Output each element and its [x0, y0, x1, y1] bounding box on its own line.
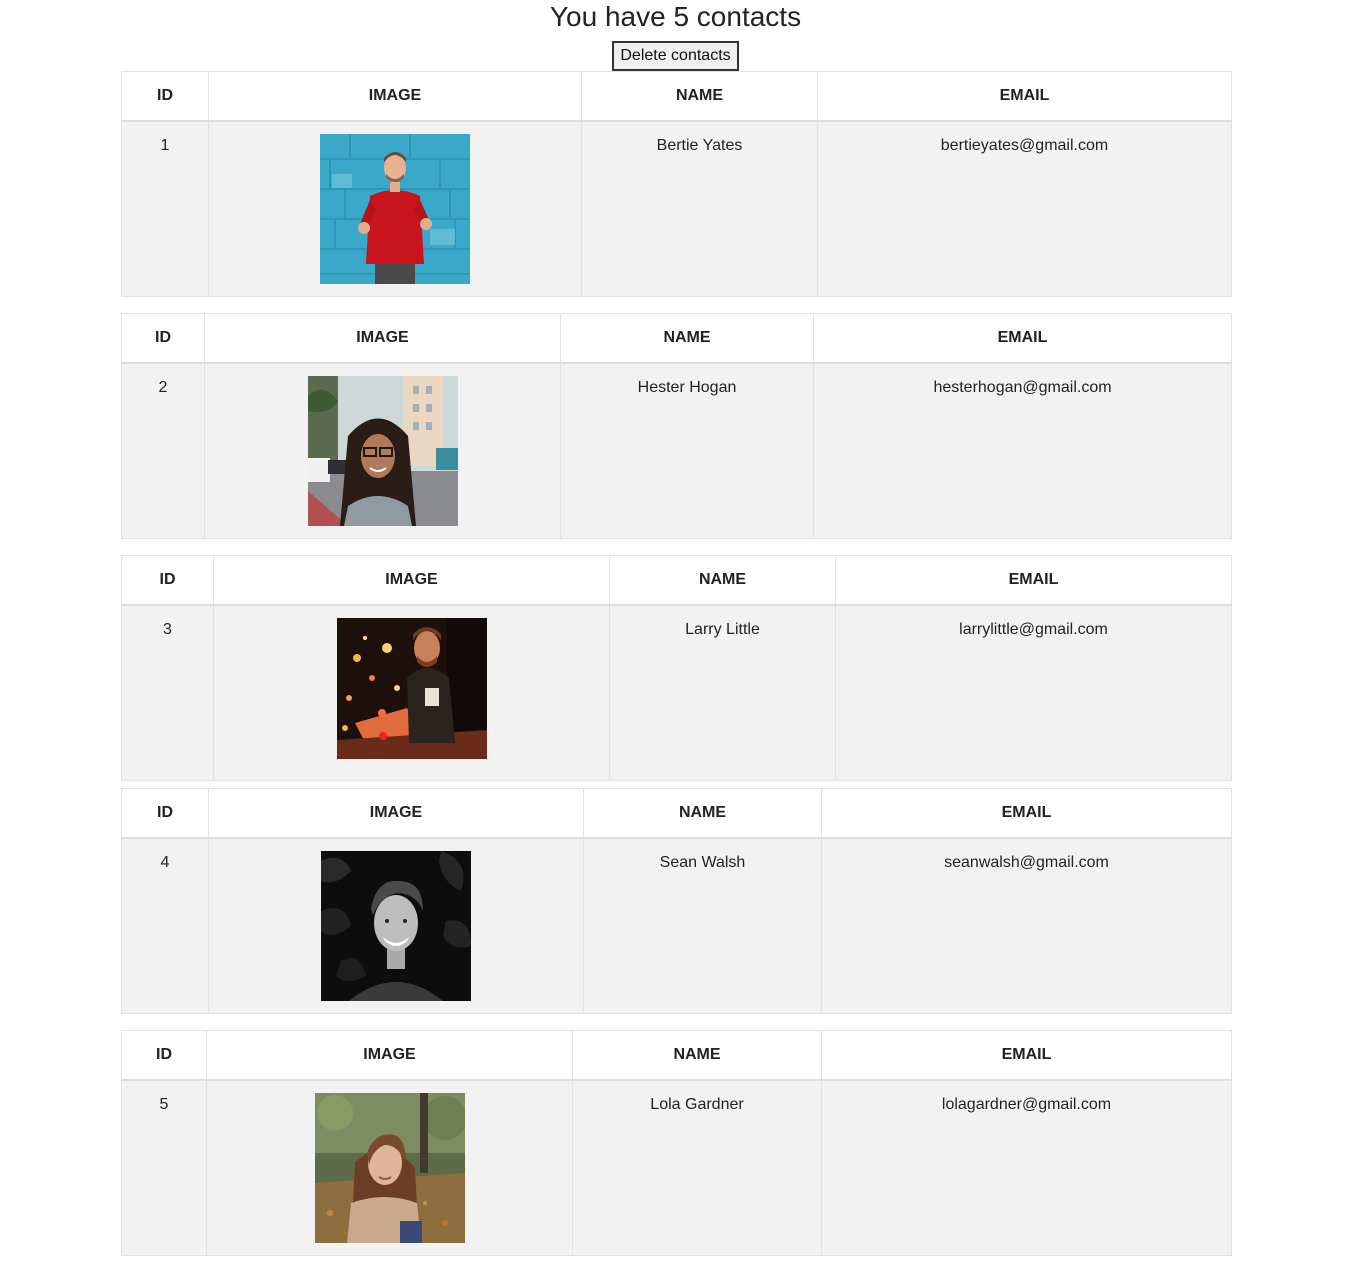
image-cell [208, 837, 584, 1014]
contact-name: Lola Gardner [650, 1096, 744, 1113]
contact-name: Hester Hogan [637, 379, 737, 396]
contact-email: seanwalsh@gmail.com [944, 854, 1109, 871]
column-header-email: EMAIL [821, 1030, 1232, 1081]
id-cell: 5 [121, 1079, 207, 1256]
column-header-id: ID [121, 788, 209, 839]
email-cell: larrylittle@gmail.com [835, 604, 1232, 781]
contact-table: ID IMAGE NAME EMAIL 5 Lola Gardner lolag… [121, 1030, 1232, 1256]
contact-id: 2 [158, 379, 168, 396]
column-header-image: IMAGE [208, 71, 582, 122]
delete-contacts-button[interactable]: Delete contacts [612, 41, 739, 71]
contact-photo [321, 851, 471, 1001]
column-header-id: ID [121, 555, 214, 606]
name-cell: Bertie Yates [581, 120, 818, 297]
column-header-name: NAME [609, 555, 836, 606]
column-header-email: EMAIL [821, 788, 1232, 839]
image-cell [206, 1079, 573, 1256]
column-header-name: NAME [581, 71, 818, 122]
column-header-id: ID [121, 313, 205, 364]
table-row: 3 Larry Little larrylittle@gmail.com [121, 604, 1232, 781]
table-header-row: ID IMAGE NAME EMAIL [121, 313, 1232, 364]
email-cell: seanwalsh@gmail.com [821, 837, 1232, 1014]
id-cell: 2 [121, 362, 205, 539]
column-header-name: NAME [572, 1030, 822, 1081]
id-cell: 1 [121, 120, 209, 297]
contact-name: Bertie Yates [656, 137, 743, 154]
contact-photo [336, 618, 487, 759]
name-cell: Hester Hogan [560, 362, 814, 539]
table-row: 5 Lola Gardner lolagardner@gmail.com [121, 1079, 1232, 1256]
image-cell [204, 362, 561, 539]
contact-id: 3 [163, 621, 172, 638]
name-cell: Larry Little [609, 604, 836, 781]
image-cell [208, 120, 582, 297]
contact-table: ID IMAGE NAME EMAIL 3 Larry Little larry… [121, 555, 1232, 781]
name-cell: Sean Walsh [583, 837, 822, 1014]
column-header-image: IMAGE [213, 555, 610, 606]
contact-email: bertieyates@gmail.com [940, 137, 1109, 154]
table-header-row: ID IMAGE NAME EMAIL [121, 788, 1232, 839]
column-header-email: EMAIL [813, 313, 1232, 364]
contacts-page: You have 5 contacts Delete contacts ID I… [0, 0, 1351, 1265]
column-header-name: NAME [560, 313, 814, 364]
contact-email: larrylittle@gmail.com [959, 621, 1108, 638]
image-cell [213, 604, 610, 781]
contact-table: ID IMAGE NAME EMAIL 1 Bertie Yates berti… [121, 71, 1232, 297]
column-header-image: IMAGE [206, 1030, 573, 1081]
table-row: 4 Sean Walsh seanwalsh@gmail.com [121, 837, 1232, 1014]
email-cell: lolagardner@gmail.com [821, 1079, 1232, 1256]
column-header-id: ID [121, 71, 209, 122]
contact-table: ID IMAGE NAME EMAIL 2 Hester Hogan heste… [121, 313, 1232, 539]
column-header-email: EMAIL [835, 555, 1232, 606]
contact-name: Larry Little [685, 621, 760, 638]
contact-id: 5 [159, 1096, 169, 1113]
contact-email: lolagardner@gmail.com [941, 1096, 1112, 1113]
contact-table: ID IMAGE NAME EMAIL 4 Sean Walsh seanwal… [121, 788, 1232, 1014]
id-cell: 3 [121, 604, 214, 781]
contact-id: 4 [160, 854, 170, 871]
table-header-row: ID IMAGE NAME EMAIL [121, 555, 1232, 606]
id-cell: 4 [121, 837, 209, 1014]
contact-name: Sean Walsh [659, 854, 746, 871]
column-header-image: IMAGE [208, 788, 584, 839]
contact-email: hesterhogan@gmail.com [933, 379, 1112, 396]
column-header-email: EMAIL [817, 71, 1232, 122]
email-cell: bertieyates@gmail.com [817, 120, 1232, 297]
table-header-row: ID IMAGE NAME EMAIL [121, 1030, 1232, 1081]
contact-photo [307, 376, 458, 526]
table-row: 1 Bertie Yates bertieyates@gmail.com [121, 120, 1232, 297]
page-title: You have 5 contacts [549, 1, 802, 32]
email-cell: hesterhogan@gmail.com [813, 362, 1232, 539]
column-header-image: IMAGE [204, 313, 561, 364]
column-header-id: ID [121, 1030, 207, 1081]
contact-id: 1 [160, 137, 170, 154]
table-row: 2 Hester Hogan hesterhogan@gmail.com [121, 362, 1232, 539]
table-header-row: ID IMAGE NAME EMAIL [121, 71, 1232, 122]
contact-photo [320, 134, 470, 284]
column-header-name: NAME [583, 788, 822, 839]
name-cell: Lola Gardner [572, 1079, 822, 1256]
contact-photo [314, 1093, 465, 1243]
